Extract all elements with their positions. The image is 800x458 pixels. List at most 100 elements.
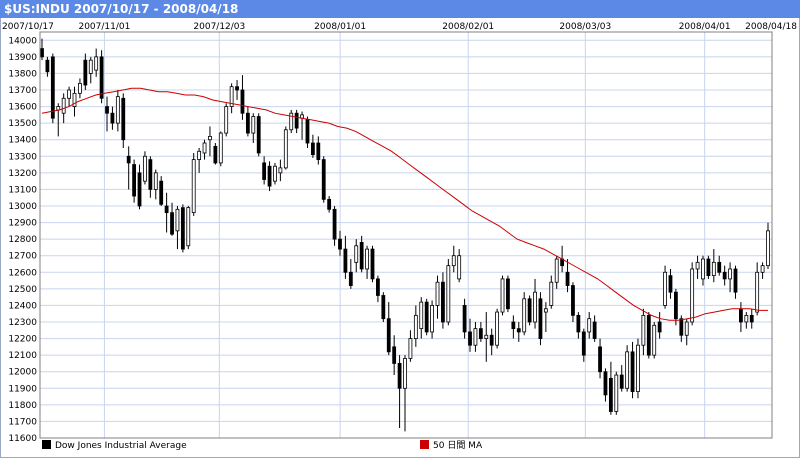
candle-body-down [348,271,353,286]
candle-body-down [571,285,575,316]
candle-body-down [126,155,131,164]
candle-body-down [603,371,608,396]
candle-body-down [305,119,310,144]
candle-body-up [56,106,61,111]
candle-body-down [132,164,137,197]
y-tick-label: 12100 [8,351,37,361]
y-tick-label: 12500 [8,285,37,295]
candle-body-down [338,238,342,250]
candle-body-down [592,321,597,339]
candle-body-up [495,311,500,346]
y-tick-label: 13300 [8,152,37,162]
candle-body-down [722,271,727,280]
y-tick-label: 12400 [8,301,37,311]
candle-body-up [202,142,207,154]
candle-body-down [576,314,581,333]
y-tick-label: 11800 [8,401,37,411]
candle-body-up [690,268,695,323]
candle-body-up [175,208,180,232]
y-tick-label: 13200 [8,169,37,179]
candle-body-down [733,268,738,293]
legend: Dow Jones Industrial Average 50 日間 MA [42,440,483,451]
candle-body-up [430,305,434,333]
candle-body-up [61,97,66,114]
candle-body-up [614,374,619,412]
candle-body-up [191,159,196,214]
x-axis-ticks: 2007/10/17 2007/11/01 2007/12/03 2008/01/01… [2,22,797,32]
candle-body-down [468,331,472,346]
candle-body-up [115,96,120,124]
candle-body-up [625,351,630,389]
candle-body-up [278,167,283,174]
x-tick-label: 2008/01/01 [314,22,366,32]
y-tick-label: 13100 [8,185,37,195]
candle-body-down [376,278,380,296]
y-tick-label: 14000 [8,36,37,46]
candle-body-down [441,281,445,323]
candle-body-up [641,314,646,346]
candle-body-down [370,248,375,280]
candle-body-up [94,56,99,71]
y-tick-label: 13800 [8,69,37,79]
candle-body-down [679,318,684,336]
candle-body-down [424,301,429,333]
candle-body-down [105,106,109,114]
y-tick-label: 13500 [8,119,37,129]
candle-body-up [684,321,689,336]
candle-body-down [630,351,635,393]
candle-body-down [40,48,44,58]
candle-body-down [50,56,55,119]
x-tick-label: 2007/12/03 [193,22,245,32]
candle-body-down [99,56,104,99]
candle-body-up [728,268,732,280]
candle-body-down [137,172,142,207]
candle-body-up [484,334,489,339]
candle-body-down [749,314,754,323]
y-tick-label: 12000 [8,368,37,378]
candlestick-series [40,38,770,432]
candle-body-down [213,145,218,164]
candle-body-down [706,258,711,276]
candle-body-up [652,324,657,356]
candle-body-down [148,159,153,190]
candle-body-down [717,261,722,273]
legend-swatch [420,440,429,449]
candle-body-down [739,308,743,323]
x-tick-label: 2008/03/03 [559,22,611,32]
candle-body-down [267,165,272,187]
candle-body-up [403,358,407,389]
candle-body-up [695,261,700,270]
candle-body-down [256,116,261,154]
candle-body-up [153,172,158,190]
candle-body-down [359,242,364,270]
candle-body-up [435,281,440,306]
candle-body-up [554,258,559,283]
candle-body-down [321,159,326,200]
candle-body-up [419,301,424,330]
y-tick-label: 12700 [8,252,37,262]
candle-body-down [310,142,315,156]
y-tick-label: 12300 [8,318,37,328]
candle-body-down [608,377,613,412]
candle-body-up [446,265,451,323]
candle-body-down [170,212,174,235]
candle-body-down [397,363,402,389]
y-tick-label: 12800 [8,235,37,245]
candle-body-up [88,59,93,74]
legend-label: Dow Jones Industrial Average [55,441,187,451]
candle-body-down [673,291,678,320]
candle-body-up [587,318,592,333]
candle-body-down [598,346,602,373]
candle-body-up [186,207,191,247]
candle-body-down [516,328,521,333]
candle-body-down [110,112,115,124]
candle-body-up [457,255,462,280]
candle-body-up [67,89,71,99]
candle-body-down [478,328,483,339]
candle-body-up [218,132,223,164]
y-axis-ticks: 11600 11700 11800 11900 12000 12100 12200 12300… [8,36,37,444]
x-tick-label: 2008/02/01 [442,22,494,32]
x-tick-label: 2007/11/01 [78,22,130,32]
candle-body-up [711,261,716,277]
candle-body-up [760,265,765,273]
